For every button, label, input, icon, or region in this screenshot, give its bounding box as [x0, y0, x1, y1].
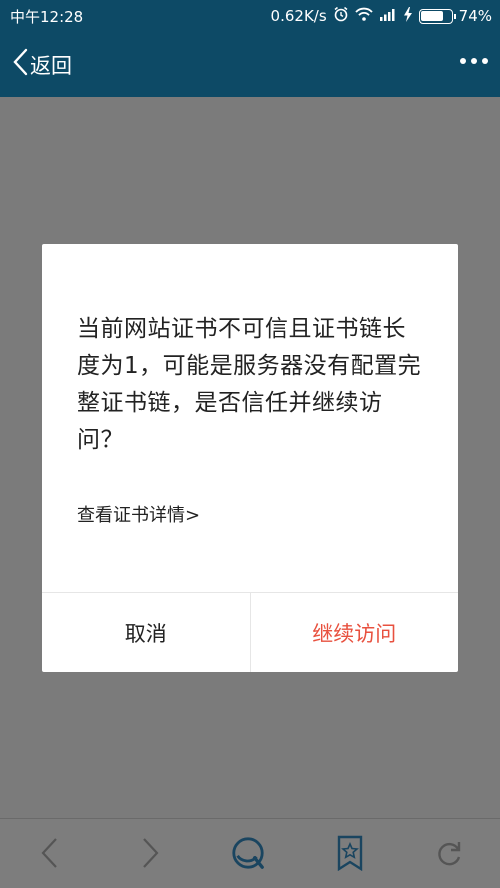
back-button[interactable]: 返回 [12, 48, 72, 81]
app-bar: 返回 [0, 30, 500, 97]
alarm-icon [333, 6, 349, 26]
battery-icon [418, 8, 456, 24]
status-time: 中午12:28 [10, 8, 84, 26]
refresh-icon[interactable] [432, 835, 468, 871]
wifi-icon [355, 7, 373, 26]
chevron-left-icon [12, 48, 28, 81]
continue-button[interactable]: 继续访问 [251, 593, 459, 672]
status-indicators: 0.62K/s 74% [271, 6, 492, 26]
signal-icon [379, 7, 397, 25]
charging-icon [403, 6, 413, 26]
dialog-buttons: 取消 继续访问 [42, 592, 458, 672]
bookmark-star-icon[interactable] [332, 835, 368, 871]
battery-percent: 74% [458, 7, 492, 25]
forward-arrow-icon[interactable] [132, 835, 168, 871]
cancel-button[interactable]: 取消 [42, 593, 251, 672]
back-arrow-icon[interactable] [32, 835, 68, 871]
view-certificate-details-link[interactable]: 查看证书详情> [77, 501, 200, 527]
certificate-warning-dialog: 当前网站证书不可信且证书链长度为1，可能是服务器没有配置完整证书链，是否信任并继… [42, 244, 458, 672]
more-icon[interactable] [460, 58, 488, 64]
bottom-toolbar [0, 818, 500, 888]
home-icon[interactable] [230, 835, 266, 871]
back-label: 返回 [30, 53, 72, 78]
dialog-message: 当前网站证书不可信且证书链长度为1，可能是服务器没有配置完整证书链，是否信任并继… [77, 316, 422, 453]
network-speed: 0.62K/s [270, 7, 327, 25]
status-bar: 中午12:28 0.62K/s 74% [0, 0, 500, 30]
battery-level [421, 11, 443, 21]
